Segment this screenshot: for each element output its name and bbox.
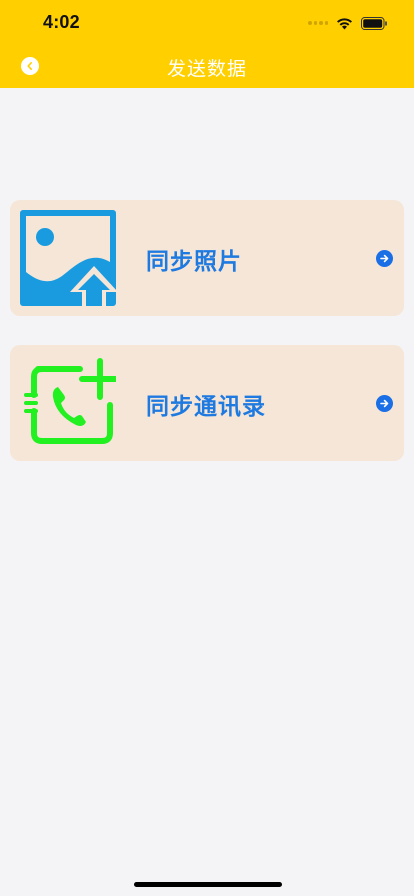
sync-photos-card[interactable]: 同步照片 bbox=[10, 200, 404, 316]
page-title: 发送数据 bbox=[166, 58, 247, 80]
arrow-right-icon bbox=[380, 399, 389, 408]
contact-sync-icon bbox=[24, 358, 116, 444]
sync-contacts-label: 同步通讯录 bbox=[146, 394, 266, 420]
sync-contacts-card[interactable]: 同步通讯录 bbox=[10, 345, 404, 461]
photo-upload-icon bbox=[20, 210, 116, 306]
arrow-right-icon bbox=[380, 254, 389, 263]
top-bar: 4:02 发送数据 bbox=[0, 0, 414, 88]
sync-photos-label: 同步照片 bbox=[146, 249, 242, 275]
wifi-icon bbox=[337, 17, 352, 29]
status-time: 4:02 bbox=[43, 12, 80, 32]
status-icons bbox=[308, 15, 388, 31]
cellular-signal-icon bbox=[308, 20, 328, 26]
home-indicator bbox=[134, 882, 282, 887]
sync-photos-arrow[interactable] bbox=[376, 250, 393, 267]
battery-icon bbox=[361, 16, 387, 30]
sync-contacts-arrow[interactable] bbox=[376, 395, 393, 412]
